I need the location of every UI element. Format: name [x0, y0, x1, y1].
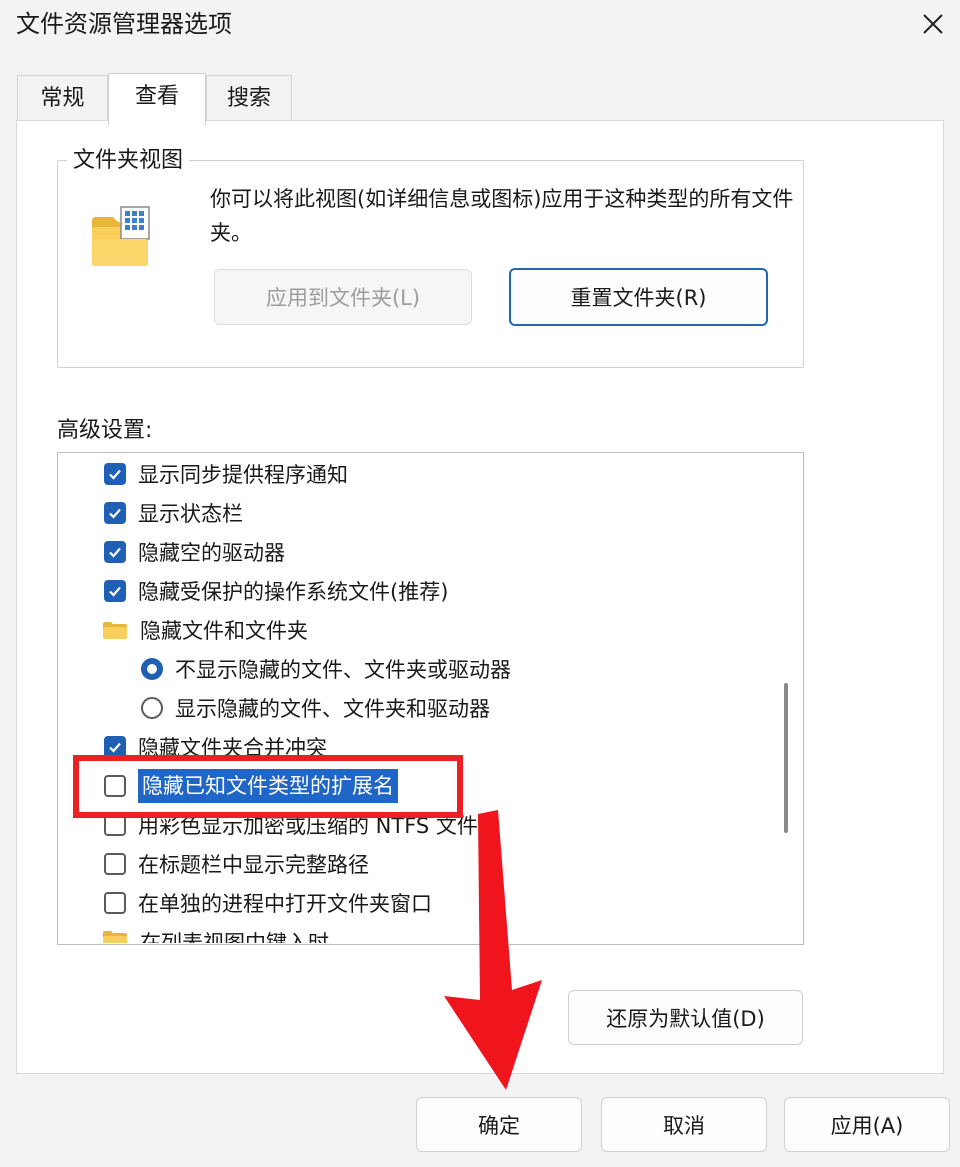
check-icon	[109, 508, 121, 519]
list-item-label: 在标题栏中显示完整路径	[138, 853, 369, 877]
checkbox-checked[interactable]	[104, 541, 126, 563]
folder-views-legend: 文件夹视图	[67, 146, 190, 176]
checkbox-checked[interactable]	[104, 463, 126, 485]
check-icon	[109, 586, 121, 597]
close-icon	[923, 14, 943, 34]
scrollbar-thumb[interactable]	[784, 683, 788, 833]
ok-button[interactable]: 确定	[416, 1097, 582, 1152]
window-title: 文件资源管理器选项	[16, 10, 232, 38]
list-item-label: 显示隐藏的文件、文件夹和驱动器	[175, 697, 490, 721]
restore-defaults-button[interactable]: 还原为默认值(D)	[568, 990, 803, 1045]
close-button[interactable]	[910, 4, 956, 44]
tab-search[interactable]: 搜索	[206, 75, 292, 121]
tab-view[interactable]: 查看	[108, 73, 206, 125]
folder-icon	[103, 622, 127, 639]
list-item: 隐藏文件和文件夹	[102, 611, 308, 649]
title-bar: 文件资源管理器选项	[0, 0, 960, 50]
checkbox-unchecked[interactable]	[104, 892, 126, 914]
folder-view-icon	[92, 206, 150, 266]
list-item-label: 在列表视图中键入时	[140, 931, 329, 943]
list-item: 在列表视图中键入时	[102, 923, 329, 943]
check-icon	[109, 547, 121, 558]
list-item-label: 显示同步提供程序通知	[138, 463, 348, 487]
folder-views-description: 你可以将此视图(如详细信息或图标)应用于这种类型的所有文件夹。	[210, 187, 794, 245]
apply-to-folders-button[interactable]: 应用到文件夹(L)	[214, 269, 472, 325]
list-item-label: 在单独的进程中打开文件夹窗口	[138, 892, 432, 916]
list-item[interactable]: 在单独的进程中打开文件夹窗口	[104, 884, 432, 922]
apply-button[interactable]: 应用(A)	[784, 1097, 950, 1152]
folder-icon	[103, 931, 127, 943]
annotation-arrow-icon	[444, 810, 542, 1090]
radio-selected[interactable]	[141, 658, 163, 680]
tab-general[interactable]: 常规	[17, 75, 108, 121]
list-item-label: 隐藏空的驱动器	[138, 541, 285, 565]
radio-unselected[interactable]	[141, 697, 163, 719]
checkbox-unchecked[interactable]	[104, 853, 126, 875]
check-icon	[109, 742, 121, 753]
list-item[interactable]: 显示隐藏的文件、文件夹和驱动器	[141, 689, 490, 727]
checkbox-checked[interactable]	[104, 502, 126, 524]
annotation-highlight-box	[73, 755, 463, 818]
list-item-label: 隐藏文件和文件夹	[140, 619, 308, 643]
list-item[interactable]: 在标题栏中显示完整路径	[104, 845, 369, 883]
list-item-label: 不显示隐藏的文件、文件夹或驱动器	[175, 658, 511, 682]
list-item[interactable]: 显示状态栏	[104, 494, 243, 532]
list-item[interactable]: 隐藏受保护的操作系统文件(推荐)	[104, 572, 448, 610]
list-item-label: 显示状态栏	[138, 502, 243, 526]
list-item-label: 隐藏受保护的操作系统文件(推荐)	[138, 580, 449, 604]
cancel-button[interactable]: 取消	[601, 1097, 767, 1152]
advanced-settings-label: 高级设置:	[57, 418, 153, 443]
check-icon	[109, 469, 121, 480]
reset-folders-button[interactable]: 重置文件夹(R)	[509, 268, 768, 326]
list-item[interactable]: 隐藏空的驱动器	[104, 533, 285, 571]
list-item[interactable]: 显示同步提供程序通知	[104, 455, 348, 493]
checkbox-checked[interactable]	[104, 580, 126, 602]
list-item[interactable]: 不显示隐藏的文件、文件夹或驱动器	[141, 650, 511, 688]
